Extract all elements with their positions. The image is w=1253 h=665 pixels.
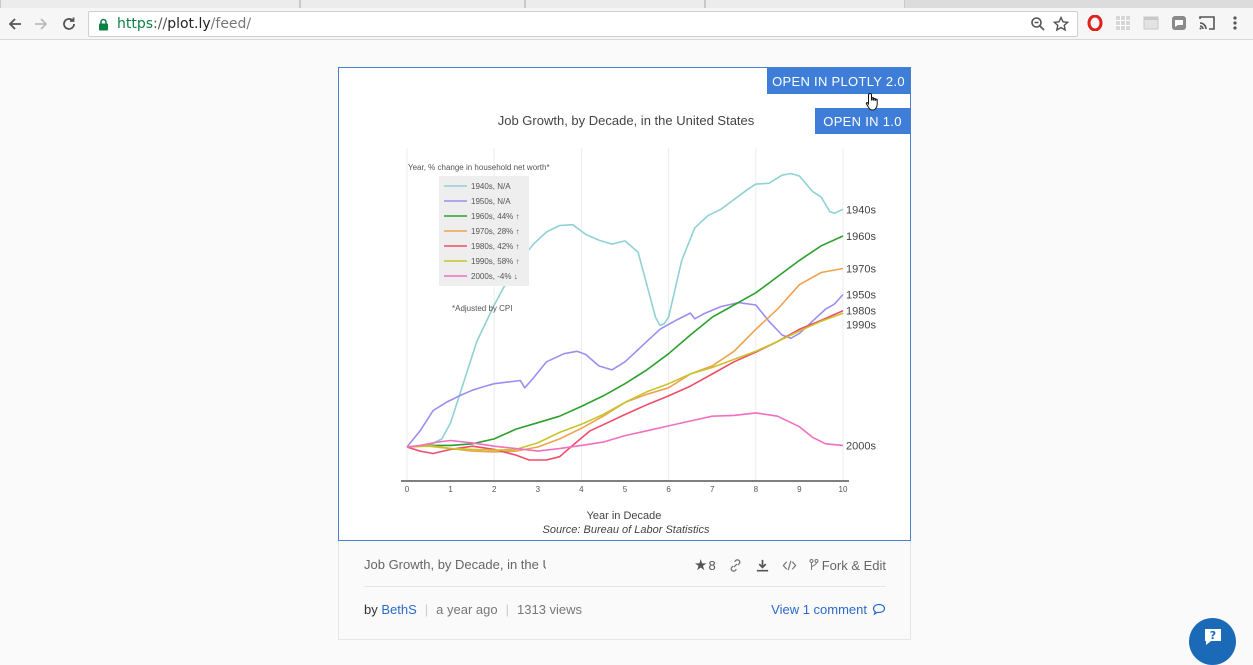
author-link[interactable]: BethS (381, 602, 416, 617)
fork-icon (809, 558, 819, 570)
star-icon: ★ (694, 557, 708, 574)
extension-chat-icon[interactable] (1170, 14, 1188, 32)
extension-window-icon[interactable] (1142, 14, 1160, 32)
reload-button[interactable] (58, 13, 80, 35)
x-tick-label: 5 (623, 485, 628, 494)
series-end-label: 1950s (846, 289, 876, 301)
url-path: /feed/ (210, 16, 252, 32)
legend-label: 2000s, -4% ↓ (471, 272, 518, 281)
post-age: a year ago (436, 602, 498, 617)
open-in-1-button[interactable]: OPEN IN 1.0 (815, 108, 910, 134)
x-axis-ticks: 0 1 2 3 4 5 6 7 8 9 10 (405, 485, 848, 494)
legend-label: 1980s, 42% ↑ (471, 242, 519, 251)
source-note: Source: Bureau of Labor Statistics (543, 524, 710, 536)
view-count: 1313 views (517, 602, 583, 617)
legend-label: 1970s, 28% ↑ (471, 227, 519, 236)
series-line (406, 293, 844, 448)
fork-edit-label: Fork & Edit (821, 557, 886, 573)
legend-label: 1990s, 58% ↑ (471, 257, 519, 266)
series-line (406, 412, 844, 452)
plot-title-link[interactable]: Job Growth, by Decade, in the U (364, 557, 546, 572)
series-line (406, 309, 844, 461)
forward-button[interactable] (30, 13, 52, 35)
chart-title: Job Growth, by Decade, in the United Sta… (498, 113, 755, 128)
x-tick-label: 10 (839, 485, 848, 494)
legend-label: 1950s, N/A (471, 197, 511, 206)
browser-toolbar: https://plot.ly/feed/ (0, 8, 1253, 40)
browser-tab[interactable] (300, 0, 525, 8)
bookmark-star-icon[interactable] (1053, 16, 1069, 32)
address-bar[interactable]: https://plot.ly/feed/ (88, 11, 1078, 37)
legend: Year, % change in household net worth* 1… (408, 163, 550, 313)
browser-tab[interactable] (0, 0, 300, 8)
plot-byline: by BethS | a year ago | 1313 views (364, 602, 583, 617)
lock-icon (99, 18, 108, 30)
embed-code-icon[interactable] (782, 558, 797, 573)
zoom-icon[interactable] (1030, 16, 1046, 32)
star-button[interactable]: ★ 8 (694, 556, 716, 574)
back-arrow-icon (8, 18, 21, 30)
hand-cursor-icon (865, 92, 878, 111)
x-tick-label: 1 (448, 485, 453, 494)
svg-text:?: ? (1209, 629, 1215, 642)
legend-note: *Adjusted by CPI (452, 304, 512, 313)
x-tick-label: 3 (536, 485, 541, 494)
help-chat-button[interactable]: ? (1189, 618, 1236, 665)
series-line (406, 267, 844, 453)
x-tick-label: 7 (710, 485, 715, 494)
url-host: plot.ly (167, 16, 211, 32)
cast-icon[interactable] (1198, 14, 1216, 32)
series-end-label: 1990s (846, 320, 876, 332)
reload-icon (63, 17, 75, 30)
x-tick-label: 6 (666, 485, 671, 494)
fork-edit-button[interactable]: Fork & Edit (809, 558, 886, 573)
plot-meta: Job Growth, by Decade, in the U ★ 8 Fork… (338, 541, 911, 640)
series-line (406, 312, 844, 451)
forward-arrow-icon (35, 18, 48, 30)
browser-menu-icon[interactable] (1226, 14, 1244, 32)
meta-divider (364, 586, 886, 587)
browser-tab[interactable] (705, 0, 905, 8)
view-comments-link[interactable]: View 1 comment (771, 602, 886, 617)
download-icon[interactable] (755, 558, 770, 573)
comment-link-label: View 1 comment (771, 602, 867, 617)
star-count: 8 (708, 557, 716, 573)
x-tick-label: 2 (492, 485, 497, 494)
by-label: by (364, 602, 378, 617)
back-button[interactable] (4, 13, 26, 35)
opera-extension-icon[interactable] (1086, 14, 1104, 32)
legend-label: 1940s, N/A (471, 182, 511, 191)
browser-tab[interactable] (525, 0, 705, 8)
plot-card[interactable]: Job Growth, by Decade, in the United Sta… (338, 67, 911, 541)
open-in-plotly-2-button[interactable]: OPEN IN PLOTLY 2.0 (767, 68, 910, 94)
series-end-labels: 1940s 1960s 1970s 1950s 1980s 1990s 2000s (846, 204, 876, 452)
series-end-label: 1980s (846, 306, 876, 318)
legend-title: Year, % change in household net worth* (408, 163, 550, 172)
extension-grid-icon[interactable] (1114, 14, 1132, 32)
series-end-label: 1960s (846, 231, 876, 243)
plot-actions: ★ 8 Fork & Edit (694, 556, 886, 574)
x-axis-label: Year in Decade (587, 510, 662, 522)
x-tick-label: 8 (754, 485, 759, 494)
tab-strip (0, 0, 1253, 8)
x-tick-label: 4 (579, 485, 584, 494)
x-tick-label: 0 (405, 485, 410, 494)
series-end-label: 1970s (846, 263, 876, 275)
series-end-label: 2000s (846, 440, 876, 452)
url-separator: :// (153, 16, 168, 32)
help-question-icon: ? (1204, 628, 1221, 645)
x-tick-label: 9 (797, 485, 802, 494)
comment-bubble-icon (872, 603, 886, 616)
legend-label: 1960s, 44% ↑ (471, 212, 519, 221)
url-text: https://plot.ly/feed/ (117, 16, 251, 32)
series-end-label: 1940s (846, 204, 876, 216)
line-chart: Job Growth, by Decade, in the United Sta… (401, 113, 876, 536)
link-icon[interactable] (728, 558, 743, 573)
url-scheme: https (117, 16, 154, 32)
